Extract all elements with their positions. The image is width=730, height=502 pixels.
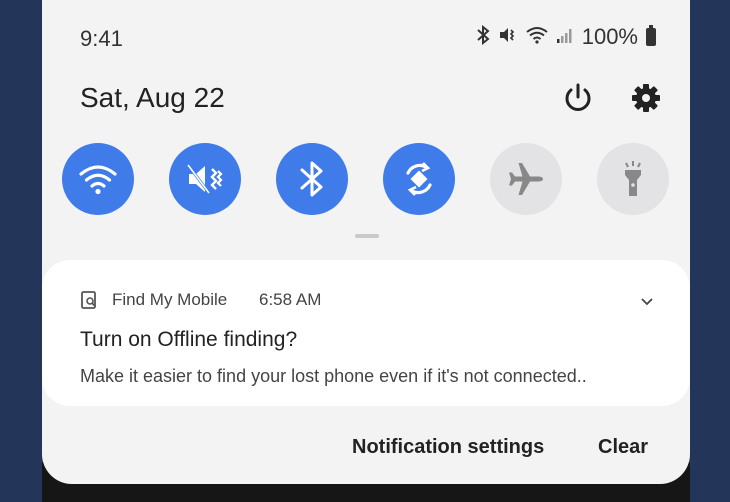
- bluetooth-toggle[interactable]: [276, 143, 348, 215]
- bluetooth-status-icon: [476, 24, 490, 50]
- wifi-toggle[interactable]: [62, 143, 134, 215]
- vibrate-icon: [186, 164, 223, 194]
- battery-icon: [646, 25, 656, 46]
- flashlight-toggle[interactable]: [597, 143, 669, 215]
- bluetooth-icon: [300, 161, 323, 197]
- drag-handle[interactable]: [355, 234, 379, 238]
- auto-rotate-toggle[interactable]: [383, 143, 455, 215]
- notification-panel: 9:41 100% Sat, Aug 22 Find My Mobile 6:5…: [42, 0, 690, 484]
- power-icon: [565, 83, 591, 111]
- background-app-left: [0, 0, 42, 502]
- status-icons: 100%: [476, 24, 656, 50]
- clear-button[interactable]: Clear: [598, 436, 648, 459]
- power-button[interactable]: [560, 80, 596, 116]
- airplane-icon: [509, 163, 543, 195]
- date-label: Sat, Aug 22: [80, 82, 225, 113]
- chevron-down-icon[interactable]: [638, 292, 656, 310]
- signal-status-icon: [556, 26, 574, 49]
- find-my-mobile-icon: [80, 290, 100, 310]
- wifi-status-icon: [526, 26, 548, 49]
- notification-card[interactable]: Find My Mobile 6:58 AM Turn on Offline f…: [42, 260, 690, 406]
- flashlight-icon: [625, 161, 641, 196]
- sound-toggle[interactable]: [169, 143, 241, 215]
- notification-body: Make it easier to find your lost phone e…: [80, 366, 587, 386]
- status-time: 9:41: [80, 26, 123, 51]
- notification-settings-button[interactable]: Notification settings: [352, 436, 544, 459]
- wifi-icon: [79, 165, 117, 195]
- background-app-right: [690, 0, 730, 502]
- vibrate-status-icon: [498, 25, 518, 50]
- battery-percent: 100%: [581, 24, 638, 49]
- notification-time: 6:58 AM: [259, 290, 322, 309]
- gear-icon: [632, 84, 660, 112]
- settings-button[interactable]: [628, 80, 664, 116]
- notification-app-name: Find My Mobile: [112, 290, 228, 309]
- rotate-icon: [406, 162, 432, 196]
- notification-title: Turn on Offline finding?: [80, 328, 298, 351]
- airplane-mode-toggle[interactable]: [490, 143, 562, 215]
